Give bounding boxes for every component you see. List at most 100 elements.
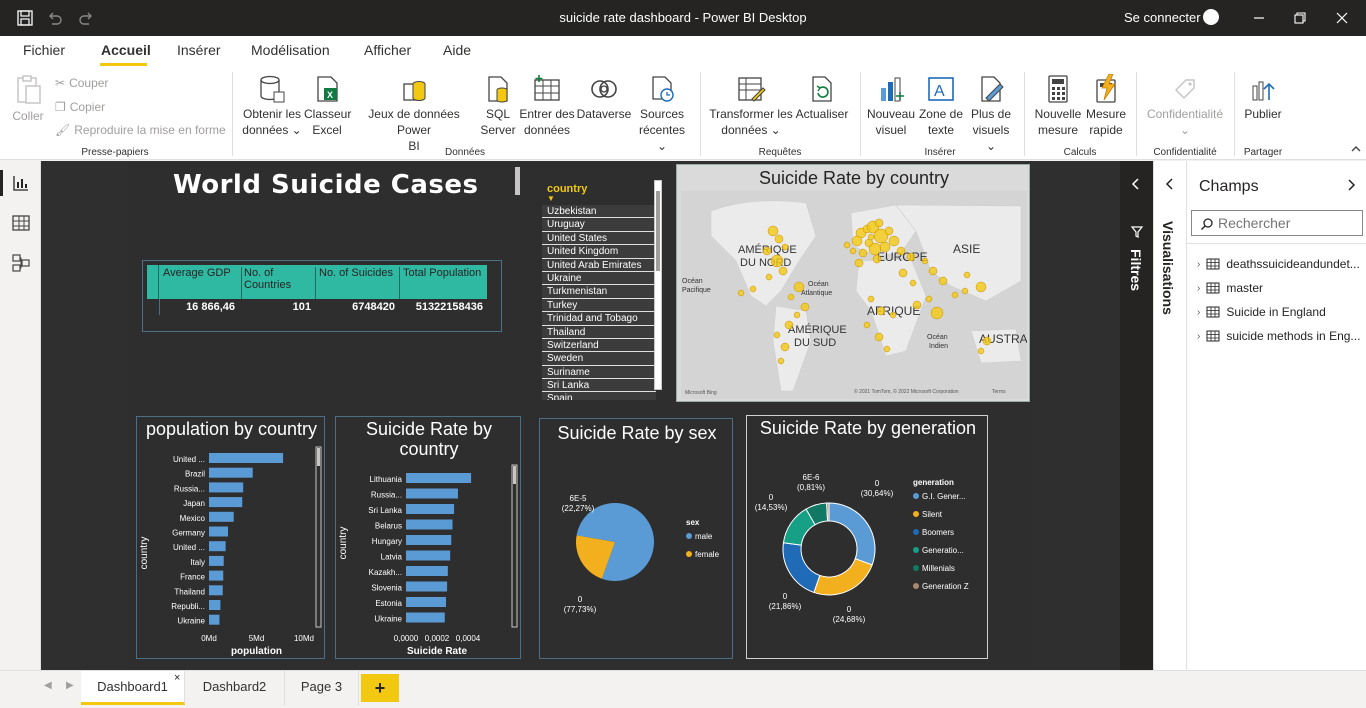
field-table-item[interactable]: › Suicide in England [1197,305,1326,319]
new-measure-button[interactable]: Nouvelle mesure [1032,74,1084,138]
population-chart[interactable]: population by country United ... Brazil Ru… [136,416,325,659]
recent-sources-button[interactable]: Sources récentes ⌄ [634,74,690,154]
excel-button[interactable]: X Classeur Excel [304,74,351,138]
chart-scrollbar[interactable] [315,446,322,628]
map-bubble[interactable] [909,279,917,287]
map-bubble[interactable] [872,254,882,264]
kpi-table[interactable]: Average GDP No. of Countries No. of Suic… [142,260,502,332]
slicer-scroll-thumb[interactable] [656,191,660,271]
paste-button[interactable]: Coller [10,74,46,124]
slicer-sort-icon[interactable]: ▼ [547,194,555,203]
bar[interactable] [209,555,224,566]
map-bubble[interactable] [888,235,900,247]
slicer-item[interactable]: United States [542,231,656,246]
map-bubble[interactable] [773,331,781,339]
expand-chevron-icon[interactable]: › [1197,331,1200,342]
sql-server-button[interactable]: SQL Server [480,74,516,138]
minimize-icon[interactable] [1250,9,1268,27]
map-bubble[interactable] [906,252,916,262]
bar[interactable] [406,550,451,561]
cut-button[interactable]: ✂ Couper [55,76,108,90]
slicer-item[interactable]: Uruguay [542,218,656,232]
map-bubble[interactable] [874,332,884,342]
slicer-item[interactable]: Thailand [542,325,656,339]
legend-item[interactable]: G.I. Gener... [922,492,966,501]
bar[interactable] [406,473,472,483]
text-box-button[interactable]: A Zone de texte [916,74,966,138]
slicer-item[interactable]: United Arab Emirates [542,258,656,272]
expand-filters-icon[interactable] [1130,177,1142,191]
bar[interactable] [209,467,253,478]
scroll-right-icon[interactable]: ▶ [66,680,74,691]
page-tab-page3[interactable]: Page 3 [285,671,359,705]
map-bubble[interactable] [854,258,864,268]
map-bubble[interactable] [849,247,857,255]
world-map[interactable]: AMÉRIQUE DU NORD EUROPE ASIE Océan Pacif… [681,191,1027,399]
map-bubble[interactable] [765,273,773,281]
map-bubble[interactable] [912,300,922,310]
chart-scroll-thumb[interactable] [513,466,516,484]
bar[interactable] [209,482,244,493]
pie-slice[interactable] [782,542,821,594]
map-bubble[interactable] [884,226,894,236]
map-bubble[interactable] [896,246,906,256]
map-visual[interactable]: Suicide Rate by country AMÉRIQUE DU NORD… [676,164,1030,402]
bar[interactable] [406,581,448,592]
map-bubble[interactable] [951,291,959,299]
map-bubble[interactable] [889,311,897,319]
bar[interactable] [209,570,224,581]
map-bubble[interactable] [961,287,969,295]
field-table-item[interactable]: › master [1197,281,1263,295]
format-painter-button[interactable]: 🖌 Reproduire la mise en forme [55,123,226,137]
bar[interactable] [406,612,445,623]
bar[interactable] [209,614,220,625]
bar[interactable] [406,488,458,499]
bar[interactable] [209,453,284,463]
legend-item[interactable]: Generatio... [922,546,964,555]
title-scrollbar[interactable] [515,167,520,195]
map-bubble[interactable] [975,281,987,293]
map-bubble[interactable] [879,241,891,253]
field-table-item[interactable]: › deathssuicideandundet... [1197,257,1360,271]
map-bubble[interactable] [843,241,851,249]
suicide-rate-generation-chart[interactable]: Suicide Rate by generation 0 (30,64%) 0 (24… [746,415,988,659]
map-bubble[interactable] [767,225,779,237]
population-bar-svg[interactable]: United ... Brazil Russia... Japan Mexico Germ… [137,443,326,659]
map-bubble[interactable] [737,289,745,297]
page-tab-dashbard2[interactable]: Dashbard2 [185,671,285,705]
tab-accueil[interactable]: Accueil [101,42,151,58]
report-page[interactable]: World Suicide Cases Average GDP No. of C… [128,162,1032,669]
collapse-fields-icon[interactable] [1345,178,1357,192]
map-bubble[interactable] [921,257,929,265]
map-bubble[interactable] [883,345,891,353]
slicer-item[interactable]: Turkmenistan [542,285,656,299]
fields-search-box[interactable] [1191,210,1363,236]
slicer-item[interactable]: Switzerland [542,338,656,353]
map-bubble[interactable] [930,306,944,320]
map-bubble[interactable] [793,311,801,319]
bar[interactable] [209,526,228,537]
visualizations-pane[interactable]: Visualisations [1153,161,1186,670]
legend-item[interactable]: Millenials [922,564,955,573]
publish-button[interactable]: Publier [1238,74,1288,122]
sensitivity-button[interactable]: Confidentialité ⌄ [1140,74,1230,138]
map-bubble[interactable] [781,243,789,251]
slicer-item[interactable]: Ukraine [542,271,656,286]
slicer-item[interactable]: Sri Lanka [542,379,656,393]
expand-chevron-icon[interactable]: › [1197,259,1200,270]
pie-slice[interactable] [813,558,873,596]
quick-measure-button[interactable]: Mesure rapide [1084,74,1128,138]
expand-chevron-icon[interactable]: › [1197,283,1200,294]
new-visual-button[interactable]: Nouveau visuel [866,74,916,138]
map-bubble[interactable] [784,320,794,330]
slicer-item[interactable]: Suriname [542,365,656,380]
map-bubble[interactable] [851,235,863,247]
map-bubble[interactable] [868,242,882,256]
report-view-icon[interactable] [11,173,31,193]
pie-slice[interactable] [828,502,876,566]
sex-pie-svg[interactable]: 0(77,73%) 6E-5(22,27%) sex male female [540,449,734,659]
bar[interactable] [209,541,226,552]
chart-scroll-thumb[interactable] [317,448,320,466]
close-page-icon[interactable]: × [174,672,180,684]
bar[interactable] [406,597,446,607]
